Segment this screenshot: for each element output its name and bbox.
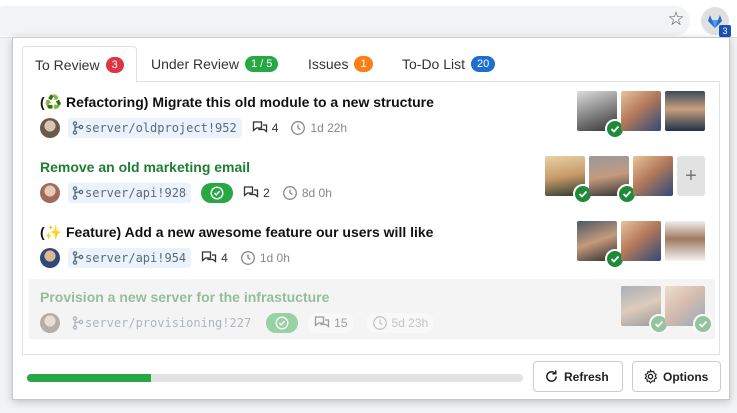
- branch-icon: [72, 121, 84, 135]
- age: 8d 0h: [282, 185, 332, 201]
- reviewer-avatar[interactable]: [665, 91, 705, 131]
- merge-request-item[interactable]: (♻️ Refactoring) Migrate this old module…: [29, 84, 715, 144]
- tab-count-badge: 1 / 5: [244, 56, 279, 72]
- merge-request-title[interactable]: (♻️ Refactoring) Migrate this old module…: [40, 94, 434, 111]
- clock-icon: [291, 121, 306, 135]
- comments-icon: [315, 316, 330, 328]
- reviewer-avatar[interactable]: [577, 91, 625, 139]
- ref-text: server/oldproject!952: [85, 121, 237, 135]
- merge-request-item[interactable]: (✨ Feature) Add a new awesome feature ou…: [29, 214, 715, 274]
- clock-icon: [372, 316, 387, 330]
- reviewer-avatars: +: [541, 156, 705, 204]
- branch-icon: [72, 186, 84, 200]
- author-avatar: [40, 118, 60, 138]
- author-avatar: [40, 183, 60, 203]
- merge-request-title[interactable]: Provision a new server for the infrastuc…: [40, 289, 329, 305]
- reviewer-avatars: [573, 221, 705, 269]
- ref-text: server/provisioning!227: [85, 316, 252, 330]
- age: 5d 23h: [365, 313, 435, 333]
- tab-under-review[interactable]: Under Review 1 / 5: [139, 46, 290, 82]
- refresh-button[interactable]: Refresh: [533, 361, 623, 392]
- add-reviewer-button[interactable]: +: [677, 156, 705, 196]
- age: 1d 0h: [240, 250, 290, 266]
- clock-icon: [282, 186, 297, 200]
- reviewer-avatar[interactable]: [665, 286, 713, 334]
- extension-count-badge: 3: [719, 25, 731, 37]
- comments-count: 2: [243, 185, 270, 201]
- tab-label: To Review: [35, 56, 100, 73]
- merge-request-meta: server/api!954 4 1d 0h: [40, 248, 302, 268]
- gear-icon: [644, 369, 658, 384]
- reviewer-avatar[interactable]: [621, 221, 661, 261]
- options-button[interactable]: Options: [632, 361, 721, 392]
- tab-label: To-Do List: [402, 56, 466, 72]
- browser-toolbar: ☆ 3: [0, 0, 737, 38]
- merge-request-ref[interactable]: server/oldproject!952: [68, 118, 242, 138]
- merge-request-title[interactable]: Remove an old marketing email: [40, 159, 250, 175]
- comments-icon: [202, 251, 217, 263]
- comments-count: 4: [252, 120, 278, 136]
- tab-count-badge: 20: [471, 56, 496, 72]
- pipeline-passed-icon: [210, 186, 224, 200]
- reviewer-avatars: [573, 91, 705, 139]
- author-avatar: [40, 313, 60, 333]
- tab-count-badge: 3: [105, 56, 124, 73]
- merge-request-ref[interactable]: server/api!928: [68, 183, 192, 203]
- merge-request-item[interactable]: Remove an old marketing email server/api…: [29, 149, 715, 209]
- bookmark-star-icon[interactable]: ☆: [666, 10, 686, 30]
- comments-icon: [252, 121, 267, 133]
- tab-bar: To Review 3 Under Review 1 / 5 Issues 1 …: [22, 46, 720, 83]
- pipeline-status-badge[interactable]: [201, 183, 234, 203]
- branch-icon: [72, 316, 84, 330]
- popup-footer: Refresh Options: [13, 360, 731, 400]
- comments-icon: [244, 186, 259, 198]
- reviewer-avatar[interactable]: [545, 156, 593, 204]
- reviewer-avatar[interactable]: [621, 91, 661, 131]
- tab-label: Issues: [308, 56, 349, 72]
- merge-request-item[interactable]: Provision a new server for the infrastuc…: [29, 279, 715, 339]
- approved-check-icon: [693, 314, 713, 334]
- age: 1d 22h: [290, 120, 347, 136]
- reviewer-avatar[interactable]: [577, 221, 625, 269]
- address-bar[interactable]: [0, 6, 690, 36]
- merge-request-ref[interactable]: server/api!954: [68, 248, 192, 268]
- tab-todo-list[interactable]: To-Do List 20: [390, 46, 507, 82]
- reviewer-avatar[interactable]: [665, 221, 705, 261]
- reviewer-avatars: [617, 286, 713, 334]
- merge-request-list: (♻️ Refactoring) Migrate this old module…: [22, 82, 720, 355]
- pipeline-passed-icon: [275, 316, 289, 330]
- merge-request-title[interactable]: (✨ Feature) Add a new awesome feature ou…: [40, 224, 433, 241]
- comments-count: 4: [201, 250, 228, 266]
- tab-issues[interactable]: Issues 1: [296, 46, 385, 82]
- tab-count-badge: 1: [354, 56, 373, 72]
- reviewer-avatar[interactable]: [589, 156, 637, 204]
- ref-text: server/api!954: [85, 251, 187, 265]
- pipeline-status-badge[interactable]: [266, 313, 299, 333]
- clock-icon: [240, 251, 255, 265]
- tab-label: Under Review: [151, 56, 239, 72]
- branch-icon: [72, 251, 84, 265]
- ref-text: server/api!928: [85, 186, 187, 200]
- review-progress-bar: [27, 374, 523, 382]
- merge-request-meta: server/provisioning!227 15 5d 23h: [40, 313, 446, 333]
- comments-count: 15: [308, 313, 354, 333]
- merge-request-meta: server/api!928 2 8d 0h: [40, 183, 344, 203]
- author-avatar: [40, 248, 60, 268]
- reviewer-avatar[interactable]: [621, 286, 669, 334]
- tab-to-review[interactable]: To Review 3: [22, 46, 137, 83]
- extension-popup: To Review 3 Under Review 1 / 5 Issues 1 …: [12, 37, 730, 400]
- merge-request-ref[interactable]: server/provisioning!227: [68, 313, 256, 333]
- refresh-icon: [546, 370, 557, 382]
- extension-button[interactable]: 3: [701, 7, 731, 37]
- merge-request-meta: server/oldproject!952 4 1d 22h: [40, 118, 359, 138]
- reviewer-avatar[interactable]: [633, 156, 673, 196]
- progress-fill: [27, 374, 151, 382]
